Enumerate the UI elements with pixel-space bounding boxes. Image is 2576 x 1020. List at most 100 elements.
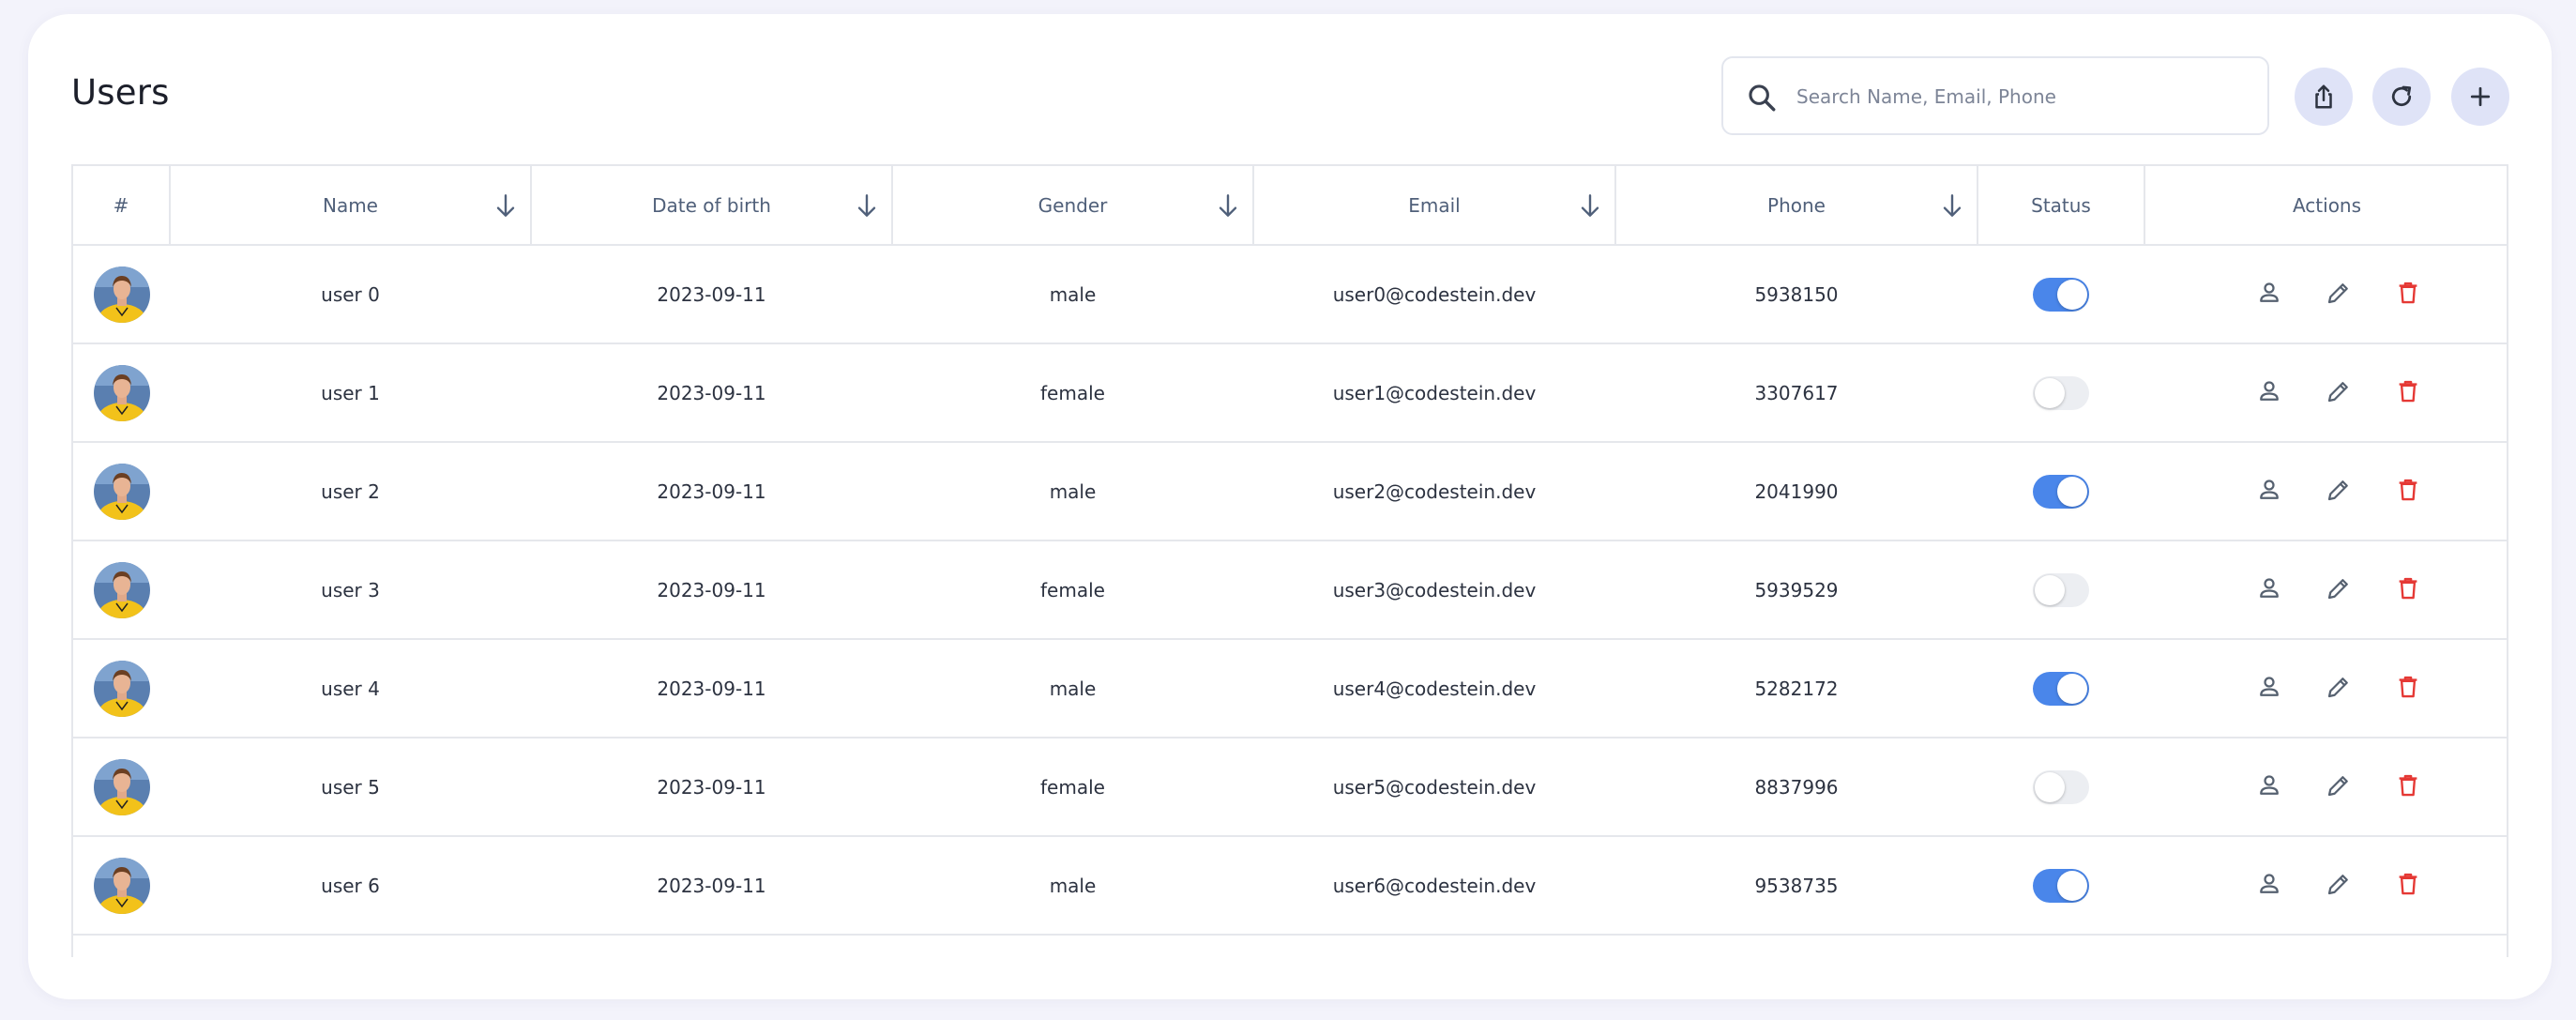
view-user-button[interactable]: [2255, 574, 2287, 606]
view-user-button[interactable]: [2255, 476, 2287, 508]
cell-status: [1977, 343, 2144, 443]
cell-email: user4@codestein.dev: [1253, 639, 1615, 738]
refresh-button[interactable]: [2372, 68, 2431, 126]
status-toggle[interactable]: [2033, 572, 2089, 607]
toggle-knob: [2035, 771, 2065, 802]
status-toggle[interactable]: [2033, 671, 2089, 706]
edit-user-button[interactable]: [2325, 771, 2356, 803]
column-header-index: #: [73, 166, 171, 246]
cell-actions: [2144, 540, 2507, 640]
cell-actions: [2144, 738, 2507, 837]
column-header-gender[interactable]: Gender: [892, 166, 1254, 246]
table-row: user 6 2023-09-11 male user6@codestein.d…: [73, 836, 2507, 936]
refresh-icon: [2391, 85, 2412, 107]
cell-actions: [2144, 245, 2507, 344]
delete-user-button[interactable]: [2394, 476, 2426, 508]
view-user-button[interactable]: [2255, 377, 2287, 409]
trash-icon: [2399, 873, 2417, 894]
cell-phone: 5282172: [1615, 639, 1977, 738]
avatar-cell: [73, 343, 170, 443]
table-row: user 4 2023-09-11 male user4@codestein.d…: [73, 639, 2507, 738]
view-user-button[interactable]: [2255, 279, 2287, 311]
table-row: user 5 2023-09-11 female user5@codestein…: [73, 738, 2507, 837]
sort-arrow-down-icon[interactable]: [852, 190, 882, 221]
avatar: [94, 758, 150, 815]
column-header-email[interactable]: Email: [1253, 166, 1616, 246]
trash-icon: [2399, 577, 2417, 599]
share-icon: [2315, 84, 2332, 109]
view-user-button[interactable]: [2255, 870, 2287, 902]
column-header-actions: Actions: [2144, 166, 2507, 246]
status-toggle[interactable]: [2033, 375, 2089, 410]
cell-name: user 5: [170, 738, 531, 837]
cell-email: user6@codestein.dev: [1253, 836, 1615, 936]
sort-arrow-down-icon[interactable]: [1937, 190, 1967, 221]
avatar: [94, 463, 150, 520]
edit-user-button[interactable]: [2325, 279, 2356, 311]
edit-user-button[interactable]: [2325, 673, 2356, 705]
cell-email: user5@codestein.dev: [1253, 738, 1615, 837]
edit-user-button[interactable]: [2325, 476, 2356, 508]
cell-gender: male: [892, 639, 1253, 738]
cell-name: user 6: [170, 836, 531, 936]
column-header-phone[interactable]: Phone: [1615, 166, 1978, 246]
column-header-dob[interactable]: Date of birth: [531, 166, 893, 246]
column-header-name[interactable]: Name: [170, 166, 532, 246]
avatar-cell: [73, 540, 170, 640]
delete-user-button[interactable]: [2394, 377, 2426, 409]
users-table: # Name Date of birth Gender Email Phone …: [71, 164, 2508, 957]
edit-user-button[interactable]: [2325, 870, 2356, 902]
view-user-button[interactable]: [2255, 673, 2287, 705]
delete-user-button[interactable]: [2394, 574, 2426, 606]
delete-user-button[interactable]: [2394, 870, 2426, 902]
status-toggle[interactable]: [2033, 769, 2089, 804]
sort-arrow-down-icon[interactable]: [1575, 190, 1605, 221]
sort-arrow-down-icon[interactable]: [491, 190, 521, 221]
user-icon: [2260, 873, 2279, 893]
view-user-button[interactable]: [2255, 771, 2287, 803]
status-toggle[interactable]: [2033, 277, 2089, 312]
search-box[interactable]: [1721, 56, 2269, 135]
pencil-icon: [2327, 480, 2348, 500]
table-row: user 0 2023-09-11 male user0@codestein.d…: [73, 245, 2507, 344]
cell-dob: 2023-09-11: [531, 738, 892, 837]
cell-actions: [2144, 442, 2507, 541]
column-header-status: Status: [1977, 166, 2145, 246]
table-row: user 1 2023-09-11 female user1@codestein…: [73, 343, 2507, 443]
status-toggle[interactable]: [2033, 868, 2089, 903]
cell-status: [1977, 245, 2144, 344]
avatar-cell: [73, 442, 170, 541]
export-button[interactable]: [2295, 68, 2353, 126]
search-input[interactable]: [1796, 77, 2247, 116]
cell-status: [1977, 442, 2144, 541]
avatar-cell: [73, 738, 170, 837]
avatar-cell: [73, 245, 170, 344]
trash-icon: [2399, 282, 2417, 303]
pencil-icon: [2327, 381, 2348, 402]
user-icon: [2260, 380, 2279, 401]
trash-icon: [2399, 676, 2417, 697]
cell-status: [1977, 738, 2144, 837]
cell-gender: male: [892, 245, 1253, 344]
toggle-knob: [2057, 476, 2087, 507]
pencil-icon: [2327, 282, 2348, 303]
delete-user-button[interactable]: [2394, 279, 2426, 311]
cell-gender: male: [892, 442, 1253, 541]
avatar-cell: [73, 836, 170, 936]
cell-gender: female: [892, 540, 1253, 640]
avatar: [94, 266, 150, 323]
delete-user-button[interactable]: [2394, 673, 2426, 705]
status-toggle[interactable]: [2033, 474, 2089, 509]
cell-status: [1977, 836, 2144, 936]
cell-phone: 9538735: [1615, 836, 1977, 936]
cell-email: user2@codestein.dev: [1253, 442, 1615, 541]
toggle-knob: [2057, 870, 2087, 901]
avatar-cell: [73, 639, 170, 738]
add-user-button[interactable]: [2451, 68, 2509, 126]
delete-user-button[interactable]: [2394, 771, 2426, 803]
cell-dob: 2023-09-11: [531, 836, 892, 936]
sort-arrow-down-icon[interactable]: [1213, 190, 1243, 221]
edit-user-button[interactable]: [2325, 574, 2356, 606]
cell-dob: 2023-09-11: [531, 245, 892, 344]
edit-user-button[interactable]: [2325, 377, 2356, 409]
